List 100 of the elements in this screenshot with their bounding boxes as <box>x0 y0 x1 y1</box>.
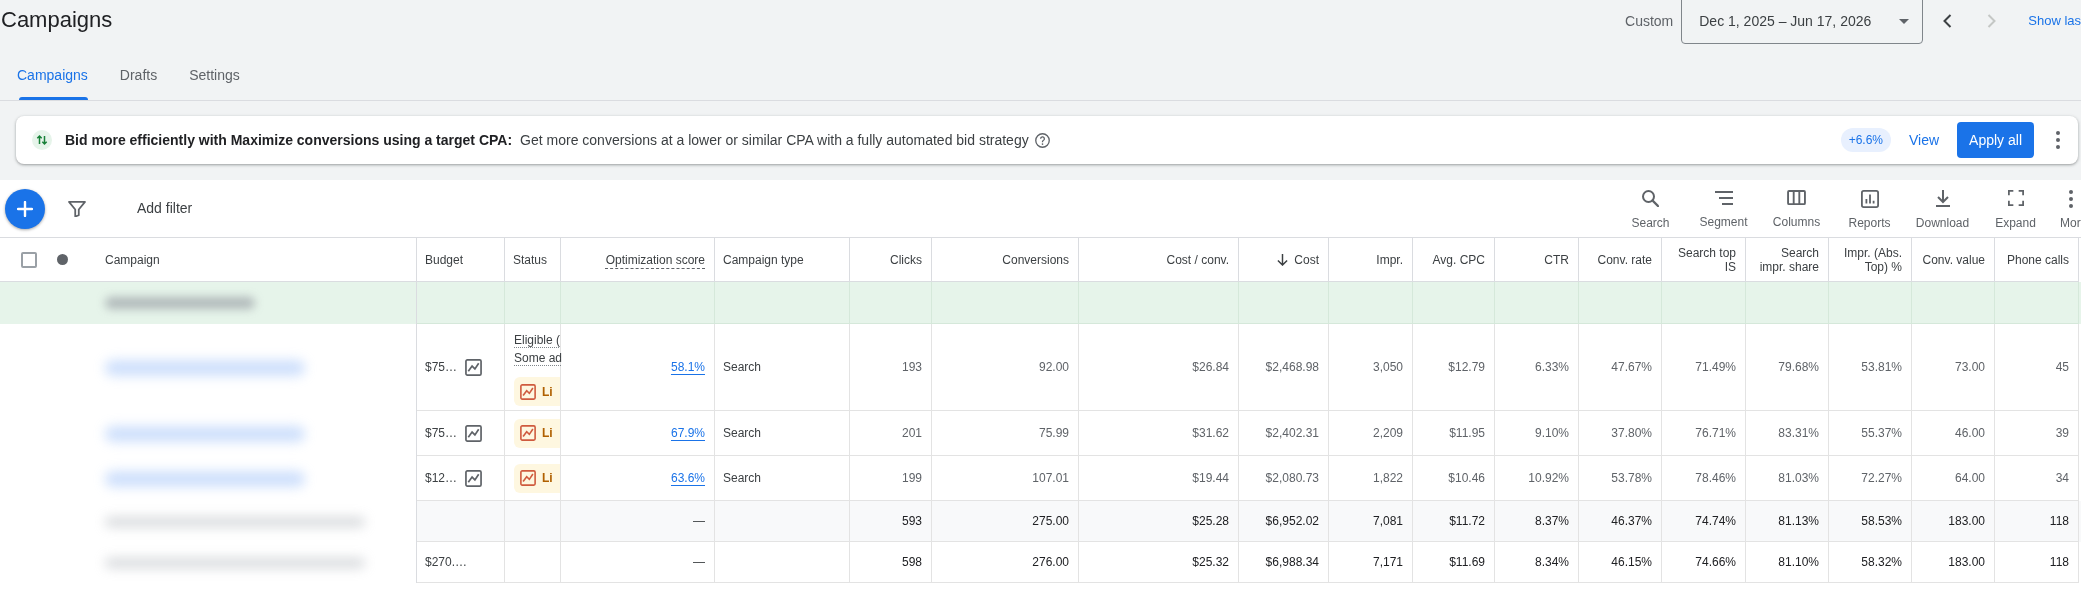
table-cell: 74.74% <box>1662 501 1746 542</box>
table-cell: 598 <box>850 542 932 583</box>
tab[interactable]: Drafts <box>103 50 174 100</box>
table-cell: 73.00 <box>1912 324 1995 411</box>
add-filter-button[interactable]: Add filter <box>137 198 193 219</box>
toolbar-button[interactable]: Download <box>1906 182 1979 235</box>
table-cell: $11.95 <box>1413 411 1495 456</box>
status-badge[interactable]: Li <box>514 418 560 448</box>
table-cell: 39 <box>1995 411 2079 456</box>
score-link[interactable]: 63.6% <box>670 469 705 487</box>
table-cell: 2,209 <box>1329 411 1413 456</box>
toolbar-button[interactable]: Columns <box>1760 182 1833 235</box>
budget-amount: $12… <box>425 470 458 487</box>
table-cell: $25.28 <box>1079 501 1239 542</box>
table-cell: $2,402.31 <box>1239 411 1329 456</box>
table-cell: 71.49% <box>1662 324 1746 411</box>
table-cell: Search <box>715 411 850 456</box>
table-cell: 81.10% <box>1746 542 1829 583</box>
toolbar-button[interactable]: Mor <box>2052 182 2081 235</box>
table-cell: 118 <box>1995 542 2079 583</box>
download-icon[interactable] <box>1934 189 1951 207</box>
table-cell: 75.99 <box>932 411 1079 456</box>
table-cell: $6,988.34 <box>1239 542 1329 583</box>
previous-icon[interactable] <box>1943 14 1953 28</box>
uplift-badge: +6.6% <box>1840 128 1891 152</box>
line-chart-icon[interactable] <box>465 424 483 442</box>
columns-icon[interactable] <box>1787 190 1806 205</box>
score-link[interactable]: 58.1% <box>670 358 705 376</box>
bar-chart-icon[interactable] <box>1860 189 1879 208</box>
add-button[interactable] <box>5 188 45 229</box>
date-range-dropdown[interactable]: Dec 1, 2025 – Jun 17, 2026 <box>1681 0 1924 44</box>
table-cell: $11.69 <box>1413 542 1495 583</box>
table-cell: $6,952.02 <box>1239 501 1329 542</box>
more-icon[interactable] <box>2068 189 2073 208</box>
sort-arrow-icon <box>1277 253 1289 266</box>
score-text: — <box>693 554 705 571</box>
tab[interactable]: Campaigns <box>1 50 104 100</box>
trend-arrows-icon <box>32 130 52 150</box>
status-badge[interactable]: Li <box>514 463 560 493</box>
budget-amount: $75… <box>425 359 458 376</box>
line-chart-icon <box>520 425 536 441</box>
more-icon[interactable] <box>2056 131 2060 149</box>
table-cell: 8.37% <box>1495 501 1579 542</box>
filter-icon[interactable] <box>68 200 86 217</box>
table-cell: 83.31% <box>1746 411 1829 456</box>
table-cell: $11.72 <box>1413 501 1495 542</box>
corners-icon[interactable] <box>2007 189 2024 206</box>
table-cell: 183.00 <box>1912 542 1995 583</box>
plus-icon[interactable] <box>17 200 33 217</box>
table-cell: $31.62 <box>1079 411 1239 456</box>
table-cell: 193 <box>850 324 932 411</box>
table-cell: 118 <box>1995 501 2079 542</box>
line-chart-icon[interactable] <box>465 358 483 376</box>
table-cell: 7,081 <box>1329 501 1413 542</box>
budget-amount: $270.… <box>425 554 468 571</box>
table-cell: 53.81% <box>1829 324 1912 411</box>
table-cell: 92.00 <box>932 324 1079 411</box>
toolbar-button[interactable]: Expand <box>1979 182 2052 235</box>
help-icon[interactable] <box>1034 132 1050 148</box>
status-text: Eligible ( <box>514 332 561 349</box>
toolbar-button[interactable]: Segment <box>1687 182 1760 235</box>
table-cell: $2,468.98 <box>1239 324 1329 411</box>
status-text: Some ad <box>514 350 563 367</box>
status-badge[interactable]: Li <box>514 377 560 406</box>
recommendation-text: Get more conversions at a lower or similar CPA with a fully automated bid strategy <box>520 130 1029 150</box>
dropdown-caret-icon[interactable] <box>1899 19 1910 24</box>
apply-all-button[interactable]: Apply all <box>1957 122 2034 158</box>
table-cell: 8.34% <box>1495 542 1579 583</box>
table-cell: 76.71% <box>1662 411 1746 456</box>
toolbar-button[interactable]: Reports <box>1833 182 1906 235</box>
table-cell: 183.00 <box>1912 501 1995 542</box>
table-cell: 46.15% <box>1579 542 1662 583</box>
table-cell: 6.33% <box>1495 324 1579 411</box>
table-cell: 47.67% <box>1579 324 1662 411</box>
lines-icon[interactable] <box>1714 190 1733 205</box>
line-chart-icon[interactable] <box>465 469 483 487</box>
table-cell: $25.32 <box>1079 542 1239 583</box>
search-icon[interactable] <box>1642 189 1659 207</box>
table-cell: 58.53% <box>1829 501 1912 542</box>
column-header[interactable]: Campaign <box>105 246 160 273</box>
recommendation-title: Bid more efficiently with Maximize conversions using a target CPA: <box>65 130 513 150</box>
line-chart-icon <box>520 383 536 400</box>
table-cell: 3,050 <box>1329 324 1413 411</box>
table-cell: 45 <box>1995 324 2079 411</box>
table-cell: 79.68% <box>1746 324 1829 411</box>
budget-amount: $75… <box>425 425 458 442</box>
score-text: — <box>693 513 705 530</box>
toolbar-button[interactable]: Search <box>1614 182 1687 235</box>
checkbox[interactable] <box>21 251 37 268</box>
table-cell: 276.00 <box>932 542 1079 583</box>
date-range-label: Custom <box>1625 11 1674 31</box>
table-cell: 55.37% <box>1829 411 1912 456</box>
show-last-link[interactable]: Show las <box>2028 11 2081 31</box>
score-link[interactable]: 67.9% <box>670 424 705 442</box>
table-cell: 593 <box>850 501 932 542</box>
table-cell: Search <box>715 324 850 411</box>
tab[interactable]: Settings <box>173 50 256 100</box>
view-button[interactable]: View <box>1901 122 1948 158</box>
table-cell: 81.13% <box>1746 501 1829 542</box>
line-chart-icon <box>520 470 536 486</box>
